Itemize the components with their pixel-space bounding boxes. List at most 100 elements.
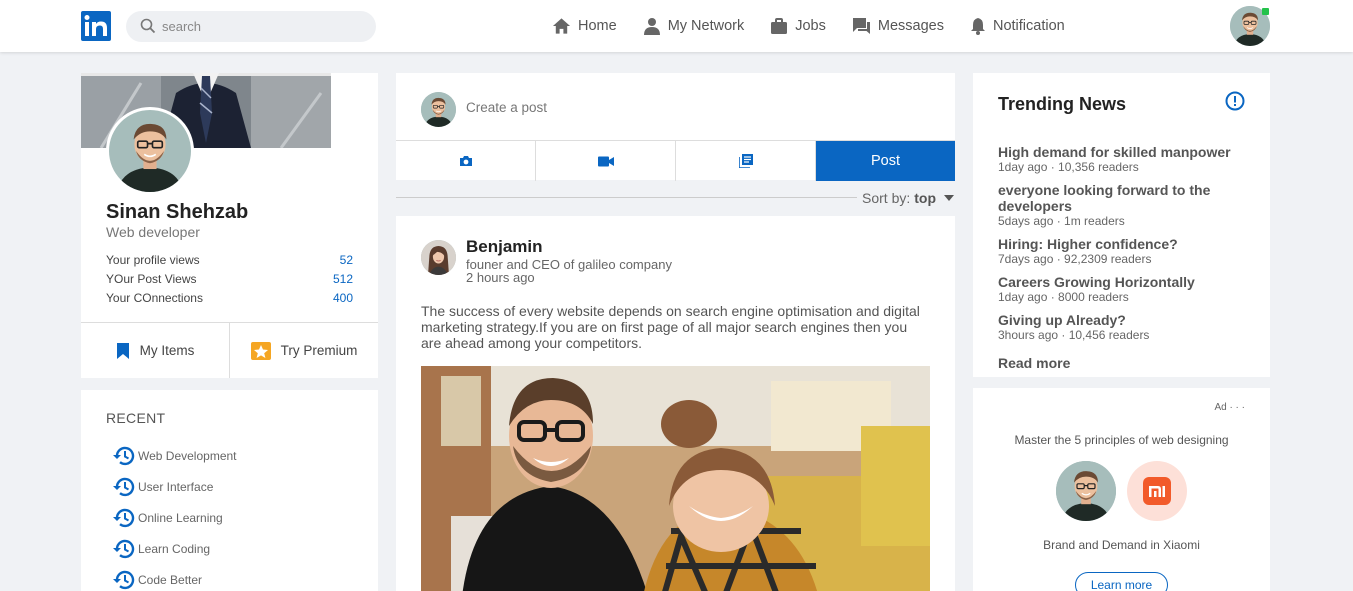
recent-item-online-learning[interactable]: Online Learning [113,502,237,533]
news-meta: 3hours ago · 10,456 readers [998,328,1150,342]
sort-dropdown[interactable]: Sort by: top [862,190,955,206]
news-item[interactable]: everyone looking forward to the develope… [998,182,1253,228]
ad-card: Ad · · · Master the 5 principles of web … [973,388,1270,591]
nav-my-network[interactable]: My Network [643,17,745,35]
document-icon [738,154,753,168]
my-items-label: My Items [139,343,195,358]
xiaomi-logo-icon [1127,461,1187,521]
news-meta: 5days ago · 1m readers [998,214,1125,228]
profile-role: Web developer [106,224,200,240]
post-body: The success of every website depends on … [421,303,920,351]
message-icon [852,18,870,34]
post-timestamp: 2 hours ago [466,270,535,285]
search-icon [140,18,156,34]
stat-profile-views[interactable]: Your profile views 52 [106,253,353,272]
recent-card: RECENT Web Development User Interface On… [81,390,378,591]
ad-user-avatar [1056,461,1116,521]
nav-jobs-label: Jobs [795,18,826,34]
nav-messages[interactable]: Messages [852,17,944,35]
trending-news-list: High demand for skilled manpower 1day ag… [998,144,1253,350]
recent-item-code-better[interactable]: Code Better [113,564,237,591]
create-post-actions: Post [396,140,955,181]
profile-stats: Your profile views 52 YOur Post Views 51… [106,253,353,310]
search-input[interactable] [162,11,362,42]
profile-card: Sinan Shehzab Web developer Your profile… [81,73,378,378]
nav-notification-label: Notification [992,18,1065,34]
news-headline: Giving up Already? [998,312,1126,328]
post-image[interactable] [421,366,930,591]
ad-subtitle: Brand and Demand in Xiaomi [1043,538,1200,552]
news-headline: everyone looking forward to the develope… [998,182,1211,214]
post-button[interactable]: Post [816,141,955,181]
my-items-button[interactable]: My Items [81,323,230,378]
news-item[interactable]: Careers Growing Horizontally 1day ago · … [998,274,1253,304]
post-author-name[interactable]: Benjamin [466,237,543,257]
stat-label: YOur Post Views [106,272,197,286]
recent-item-learn-coding[interactable]: Learn Coding [113,533,237,564]
try-premium-label: Try Premium [280,343,358,358]
recent-list: Web Development User Interface Online Le… [113,440,237,591]
read-more-link[interactable]: Read more [998,355,1070,371]
try-premium-button[interactable]: Try Premium [230,323,378,378]
add-document-button[interactable] [676,141,816,181]
sort-divider [396,197,857,198]
search-bar [126,11,376,42]
news-item[interactable]: Hiring: Higher confidence? 7days ago · 9… [998,236,1253,266]
feed-post: Benjamin founer and CEO of galileo compa… [396,216,955,591]
nav-notification[interactable]: Notification [970,17,1065,35]
nav-jobs[interactable]: Jobs [770,17,826,35]
learn-more-button[interactable]: Learn more [1075,572,1168,591]
news-headline: Careers Growing Horizontally [998,274,1195,290]
add-video-button[interactable] [536,141,676,181]
history-icon [113,570,135,589]
news-meta: 1day ago · 8000 readers [998,290,1129,304]
trending-news-card: Trending News High demand for skilled ma… [973,73,1270,377]
caret-down-icon [944,195,955,201]
profile-name: Sinan Shehzab [106,201,249,223]
ad-label[interactable]: Ad · · · [1214,402,1245,413]
profile-avatar[interactable] [106,107,194,195]
news-meta: 7days ago · 92,2309 readers [998,252,1152,266]
news-item[interactable]: Giving up Already? 3hours ago · 10,456 r… [998,312,1253,342]
create-post-input[interactable]: Create a post [466,100,547,115]
nav-home[interactable]: Home [552,17,617,35]
trending-news-title: Trending News [998,94,1127,114]
create-post-card: Create a post Post [396,73,955,181]
history-icon [113,477,135,496]
recent-title: RECENT [106,410,166,426]
stat-value: 512 [332,272,353,286]
news-item[interactable]: High demand for skilled manpower 1day ag… [998,144,1253,174]
recent-item-label: User Interface [138,479,214,494]
stat-value: 52 [339,253,353,267]
stat-connections[interactable]: Your COnnections 400 [106,291,353,310]
stat-label: Your profile views [106,253,200,267]
news-headline: Hiring: Higher confidence? [998,236,1178,252]
recent-item-user-interface[interactable]: User Interface [113,471,237,502]
sort-label: Sort by: [862,190,911,206]
recent-item-label: Online Learning [138,510,223,525]
home-icon [552,18,571,34]
add-photo-button[interactable] [396,141,536,181]
person-icon [643,18,660,35]
stat-post-views[interactable]: YOur Post Views 512 [106,272,353,291]
video-icon [597,156,614,166]
nav-links: Home My Network Jobs Messages Notificati… [552,0,1065,52]
stat-value: 400 [332,291,353,305]
premium-star-icon [250,341,271,360]
history-icon [113,446,135,465]
online-status-indicator [1262,8,1269,15]
history-icon [113,539,135,558]
sort-value: top [914,190,937,206]
linkedin-logo-icon[interactable] [81,11,111,41]
recent-item-web-development[interactable]: Web Development [113,440,237,471]
nav-my-network-label: My Network [667,18,745,34]
recent-item-label: Learn Coding [138,541,211,556]
ad-text: Master the 5 principles of web designing [1014,433,1229,447]
info-icon[interactable] [1225,91,1245,111]
profile-actions: My Items Try Premium [81,323,378,378]
briefcase-icon [771,17,788,34]
post-author-avatar[interactable] [421,240,456,275]
nav-home-label: Home [578,18,617,34]
history-icon [113,508,135,527]
bookmark-icon [116,342,129,359]
